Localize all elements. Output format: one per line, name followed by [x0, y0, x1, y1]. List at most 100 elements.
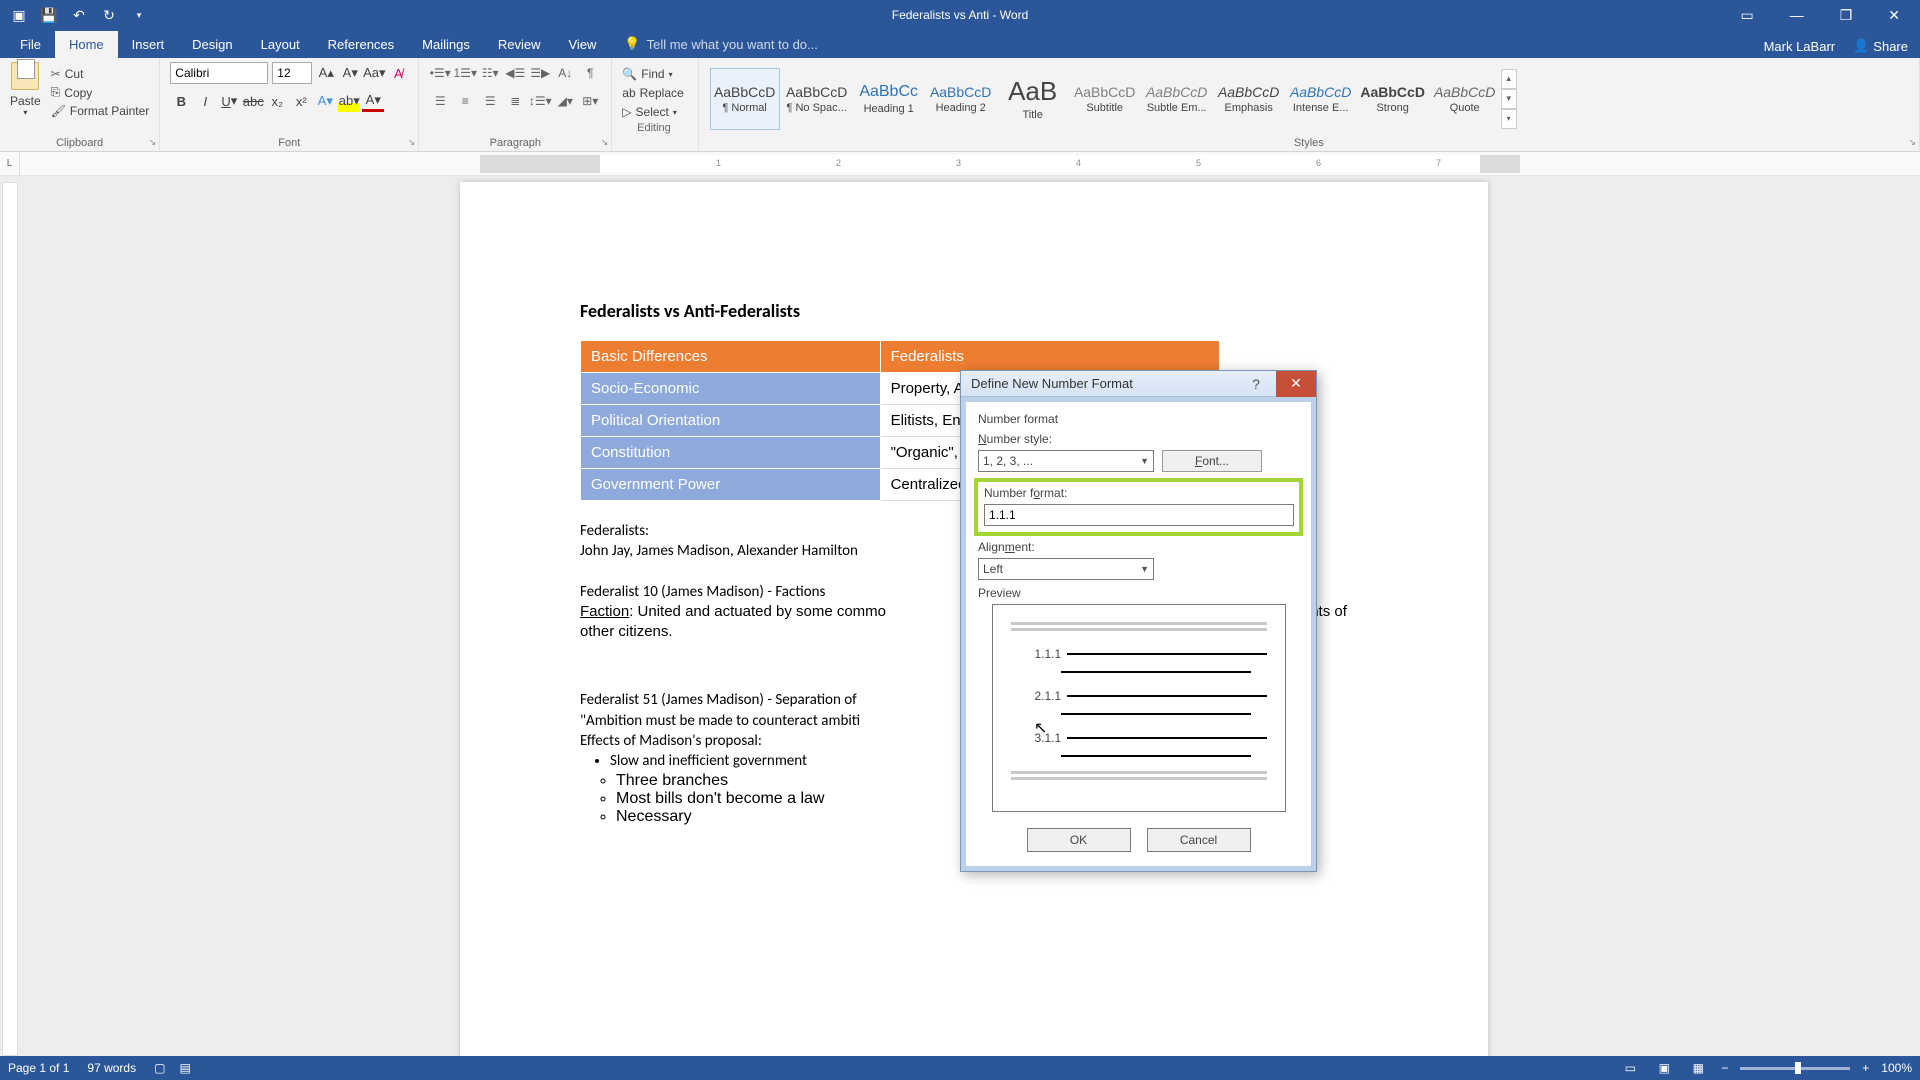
- paragraph-launcher-icon[interactable]: ↘: [601, 137, 609, 148]
- macro-icon[interactable]: ▤: [179, 1061, 190, 1075]
- highlight-button[interactable]: ab▾: [338, 90, 360, 112]
- borders-button[interactable]: ⊞▾: [579, 90, 601, 112]
- grow-font-button[interactable]: A▴: [316, 62, 336, 84]
- tab-view[interactable]: View: [554, 31, 610, 58]
- clipboard-launcher-icon[interactable]: ↘: [149, 137, 157, 148]
- read-mode-button[interactable]: ▭: [1619, 1059, 1641, 1077]
- print-layout-button[interactable]: ▣: [1653, 1059, 1675, 1077]
- align-justify-button[interactable]: ≣: [504, 90, 526, 112]
- lightbulb-icon: 💡: [624, 36, 640, 52]
- dialog-help-icon[interactable]: ?: [1236, 371, 1276, 397]
- multilevel-button[interactable]: ☷▾: [479, 62, 501, 84]
- change-case-button[interactable]: Aa▾: [364, 62, 384, 84]
- number-format-input[interactable]: [984, 504, 1294, 526]
- share-button[interactable]: 👤 Share: [1853, 38, 1908, 54]
- style-subtitle[interactable]: AaBbCcDSubtitle: [1070, 68, 1140, 130]
- bold-button[interactable]: B: [170, 90, 192, 112]
- style-strong[interactable]: AaBbCcDStrong: [1358, 68, 1428, 130]
- style-intense-emphasis[interactable]: AaBbCcDIntense E...: [1286, 68, 1356, 130]
- zoom-level[interactable]: 100%: [1881, 1061, 1912, 1075]
- font-color-button[interactable]: A▾: [362, 90, 384, 112]
- style-quote[interactable]: AaBbCcDQuote: [1430, 68, 1500, 130]
- zoom-in-button[interactable]: +: [1862, 1061, 1869, 1075]
- shrink-font-button[interactable]: A▾: [340, 62, 360, 84]
- number-style-value: 1, 2, 3, ...: [983, 454, 1033, 468]
- bullets-button[interactable]: •☰▾: [429, 62, 451, 84]
- save-icon[interactable]: 💾: [40, 6, 58, 24]
- subscript-button[interactable]: x₂: [266, 90, 288, 112]
- copy-button[interactable]: ⎘Copy: [51, 84, 150, 101]
- underline-button[interactable]: U▾: [218, 90, 240, 112]
- strikethrough-button[interactable]: abc: [242, 90, 264, 112]
- horizontal-ruler[interactable]: 1 2 3 4 5 6 7: [480, 155, 1520, 173]
- tab-references[interactable]: References: [314, 31, 408, 58]
- text-effects-button[interactable]: A▾: [314, 90, 336, 112]
- clear-formatting-button[interactable]: A̸: [388, 62, 408, 84]
- style-title[interactable]: AaBTitle: [998, 68, 1068, 130]
- tab-review[interactable]: Review: [484, 31, 555, 58]
- ok-button[interactable]: OK: [1027, 828, 1131, 852]
- select-button[interactable]: ▷Select▾: [622, 104, 683, 120]
- qat-customize-icon[interactable]: ▾: [130, 6, 148, 24]
- cut-button[interactable]: ✂Cut: [51, 66, 150, 82]
- show-marks-button[interactable]: ¶: [579, 62, 601, 84]
- paste-button[interactable]: Paste ▾: [6, 62, 45, 117]
- font-family-input[interactable]: [170, 62, 268, 84]
- style-emphasis[interactable]: AaBbCcDEmphasis: [1214, 68, 1284, 130]
- web-layout-button[interactable]: ▦: [1687, 1059, 1709, 1077]
- shading-button[interactable]: ◢▾: [554, 90, 576, 112]
- maximize-icon[interactable]: ❐: [1832, 7, 1861, 24]
- italic-button[interactable]: I: [194, 90, 216, 112]
- tab-insert[interactable]: Insert: [118, 31, 179, 58]
- numbering-button[interactable]: 1☰▾: [454, 62, 476, 84]
- cancel-button[interactable]: Cancel: [1147, 828, 1251, 852]
- tell-me-search[interactable]: 💡 Tell me what you want to do...: [610, 30, 831, 58]
- spell-check-icon[interactable]: ▢: [154, 1061, 165, 1075]
- replace-button[interactable]: abReplace: [622, 85, 683, 101]
- align-right-button[interactable]: ☰: [479, 90, 501, 112]
- line-spacing-button[interactable]: ↕☰▾: [529, 90, 551, 112]
- dialog-title-bar[interactable]: Define New Number Format ? ✕: [961, 371, 1316, 397]
- font-button[interactable]: Font...: [1162, 450, 1262, 472]
- paste-dropdown-icon[interactable]: ▾: [23, 108, 27, 117]
- increase-indent-button[interactable]: ☰▶: [529, 62, 551, 84]
- zoom-out-button[interactable]: −: [1721, 1061, 1728, 1075]
- superscript-button[interactable]: x²: [290, 90, 312, 112]
- align-left-button[interactable]: ☰: [429, 90, 451, 112]
- number-style-select[interactable]: 1, 2, 3, ... ▼: [978, 450, 1154, 472]
- section-number-format: Number format: [978, 412, 1299, 426]
- minimize-icon[interactable]: —: [1782, 7, 1812, 24]
- style-heading1[interactable]: AaBbCcHeading 1: [854, 68, 924, 130]
- tab-design[interactable]: Design: [178, 31, 246, 58]
- styles-scroll[interactable]: ▲▼▾: [1501, 69, 1517, 129]
- tab-file[interactable]: File: [6, 31, 55, 58]
- style-subtle-emphasis[interactable]: AaBbCcDSubtle Em...: [1142, 68, 1212, 130]
- tab-layout[interactable]: Layout: [247, 31, 314, 58]
- ribbon-display-icon[interactable]: ▭: [1732, 7, 1761, 24]
- font-size-input[interactable]: [272, 62, 312, 84]
- undo-icon[interactable]: ↶: [70, 6, 88, 24]
- tab-mailings[interactable]: Mailings: [408, 31, 484, 58]
- dialog-close-icon[interactable]: ✕: [1276, 371, 1316, 397]
- font-launcher-icon[interactable]: ↘: [408, 137, 416, 148]
- redo-icon[interactable]: ↻: [100, 6, 118, 24]
- decrease-indent-button[interactable]: ◀☰: [504, 62, 526, 84]
- tab-home[interactable]: Home: [55, 31, 118, 58]
- page-status[interactable]: Page 1 of 1: [8, 1061, 69, 1075]
- styles-launcher-icon[interactable]: ↘: [1908, 137, 1916, 148]
- format-painter-button[interactable]: 🖌Format Painter: [51, 103, 150, 119]
- word-count[interactable]: 97 words: [87, 1061, 136, 1075]
- close-icon[interactable]: ✕: [1880, 7, 1908, 24]
- vertical-ruler[interactable]: [2, 182, 18, 1056]
- zoom-slider[interactable]: [1740, 1067, 1850, 1070]
- style-no-spacing[interactable]: AaBbCcD¶ No Spac...: [782, 68, 852, 130]
- align-center-button[interactable]: ≡: [454, 90, 476, 112]
- paragraph-group-label: Paragraph: [429, 135, 601, 149]
- find-button[interactable]: 🔍Find▾: [622, 66, 683, 82]
- user-name[interactable]: Mark LaBarr: [1764, 39, 1836, 54]
- style-normal[interactable]: AaBbCcD¶ Normal: [710, 68, 780, 130]
- style-heading2[interactable]: AaBbCcDHeading 2: [926, 68, 996, 130]
- sort-button[interactable]: A↓: [554, 62, 576, 84]
- tab-selector[interactable]: L: [0, 152, 20, 175]
- alignment-select[interactable]: Left ▼: [978, 558, 1154, 580]
